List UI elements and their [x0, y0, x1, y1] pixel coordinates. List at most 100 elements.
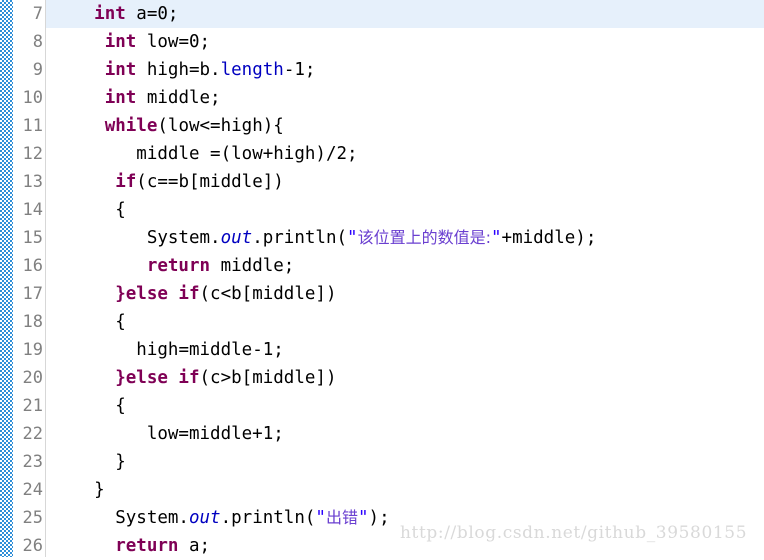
code-line-text[interactable]: low=middle+1;: [52, 420, 284, 448]
token-pln: low=0;: [136, 32, 211, 52]
code-line-text[interactable]: int low=0;: [52, 28, 210, 56]
token-pln: (c==b[middle]): [136, 172, 284, 192]
code-line-text[interactable]: while(low<=high){: [52, 112, 284, 140]
line-number: 12: [22, 144, 43, 164]
token-pln: low=middle+1;: [146, 424, 284, 444]
line-number: 24: [22, 480, 43, 500]
code-line-text[interactable]: System.out.println("出错");: [52, 504, 390, 532]
watermark-url: http://blog.csdn.net/github_39580155: [400, 523, 748, 543]
code-line-text[interactable]: int high=b.length-1;: [52, 56, 316, 84]
token-kw: if: [115, 172, 137, 192]
code-line[interactable]: }else if(c>b[middle]): [0, 364, 764, 392]
code-line-text[interactable]: if(c==b[middle]): [52, 168, 284, 196]
line-number: 21: [22, 396, 43, 416]
code-line-text[interactable]: {: [52, 308, 126, 336]
code-line[interactable]: middle =(low+high)/2;: [0, 140, 764, 168]
code-content-area[interactable]: int a=0; int low=0; int high=b.length-1;…: [0, 0, 764, 557]
token-kw: int: [104, 60, 137, 80]
code-editor[interactable]: 7 8 9 10 11 12 13 14 15 16 17 18 19 20 21 22 23 24 25 26 in…: [0, 0, 764, 557]
code-line[interactable]: {: [0, 392, 764, 420]
token-pln: a=0;: [125, 4, 179, 24]
code-line-text[interactable]: {: [52, 196, 126, 224]
token-str: ": [347, 228, 358, 248]
token-pln: middle =(low+high)/2;: [136, 144, 358, 164]
token-pln: a;: [178, 536, 211, 556]
line-number: 7: [32, 4, 43, 24]
code-line[interactable]: low=middle+1;: [0, 420, 764, 448]
token-pln: (low<=high){: [157, 116, 284, 136]
code-line[interactable]: int high=b.length-1;: [0, 56, 764, 84]
code-line-text[interactable]: int middle;: [52, 84, 221, 112]
line-number: 18: [22, 312, 43, 332]
code-line-text[interactable]: high=middle-1;: [52, 336, 284, 364]
token-pln: middle;: [210, 256, 295, 276]
line-number: 9: [32, 60, 43, 80]
code-line-text[interactable]: middle =(low+high)/2;: [52, 140, 358, 168]
token-pln: .println(: [220, 508, 316, 528]
code-line-text[interactable]: System.out.println("该位置上的数值是:"+middle);: [52, 224, 597, 252]
token-pln: (c>b[middle]): [199, 368, 337, 388]
token-kw: int: [104, 32, 137, 52]
token-pln: (c<b[middle]): [199, 284, 337, 304]
code-line-text[interactable]: int a=0;: [52, 0, 178, 28]
token-pln: }: [115, 452, 126, 472]
code-line[interactable]: int a=0;: [0, 0, 764, 28]
token-fld: length: [220, 60, 284, 80]
code-line-text[interactable]: }: [52, 448, 126, 476]
code-line[interactable]: while(low<=high){: [0, 112, 764, 140]
code-line[interactable]: System.out.println("该位置上的数值是:"+middle);: [0, 224, 764, 252]
code-line-text[interactable]: {: [52, 392, 126, 420]
code-line-text[interactable]: }: [52, 476, 105, 504]
code-line-text[interactable]: }else if(c<b[middle]): [52, 280, 336, 308]
token-kw: }else if: [115, 284, 200, 304]
token-pln: high=b.: [136, 60, 221, 80]
line-number: 22: [22, 424, 43, 444]
token-str: ": [490, 228, 502, 248]
line-number: 17: [22, 284, 43, 304]
code-line[interactable]: if(c==b[middle]): [0, 168, 764, 196]
token-pln: +middle);: [501, 228, 597, 248]
code-line-text[interactable]: return middle;: [52, 252, 295, 280]
line-number: 14: [22, 200, 43, 220]
code-line-text[interactable]: return a;: [52, 532, 210, 560]
line-number: 11: [22, 116, 43, 136]
code-line-text[interactable]: }else if(c>b[middle]): [52, 364, 336, 392]
code-line[interactable]: {: [0, 196, 764, 224]
line-number: 15: [22, 228, 43, 248]
code-line[interactable]: }else if(c<b[middle]): [0, 280, 764, 308]
line-number: 25: [22, 508, 43, 528]
token-str: ": [357, 508, 369, 528]
code-line[interactable]: int low=0;: [0, 28, 764, 56]
token-cjk: 该位置上的数值是:: [357, 228, 491, 247]
token-kw: int: [94, 4, 126, 24]
line-number: 13: [22, 172, 43, 192]
change-bar-strip[interactable]: [0, 0, 13, 557]
code-line[interactable]: int middle;: [0, 84, 764, 112]
token-pln: );: [368, 508, 390, 528]
code-line[interactable]: high=middle-1;: [0, 336, 764, 364]
token-kw: return: [146, 256, 211, 276]
code-line[interactable]: }: [0, 448, 764, 476]
code-line[interactable]: {: [0, 308, 764, 336]
line-number: 8: [32, 32, 43, 52]
gutter-separator: [45, 0, 46, 557]
line-number-gutter[interactable]: 7 8 9 10 11 12 13 14 15 16 17 18 19 20 21 22 23 24 25 26: [13, 0, 45, 557]
line-number: 10: [22, 88, 43, 108]
line-number: 16: [22, 256, 43, 276]
line-number: 23: [22, 452, 43, 472]
code-line[interactable]: }: [0, 476, 764, 504]
code-line[interactable]: return middle;: [0, 252, 764, 280]
